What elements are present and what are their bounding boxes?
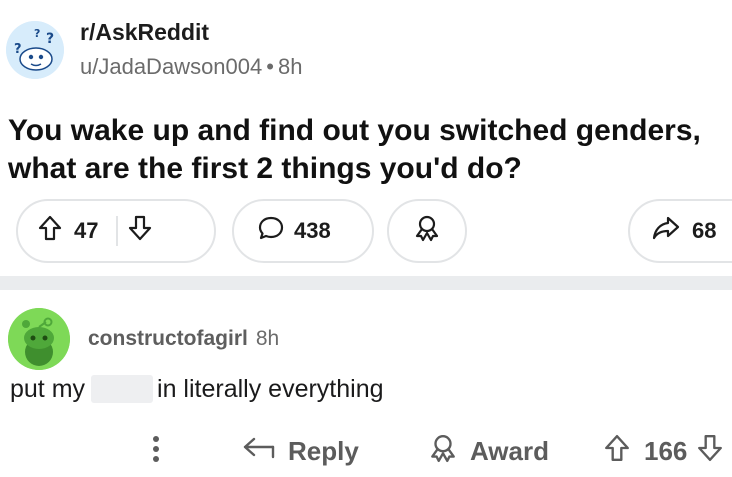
post-title-line-2: what are the first 2 things you'd do? [8, 152, 522, 185]
comment-text-start: put my [10, 375, 86, 403]
award-icon [428, 433, 458, 470]
downvote-icon[interactable] [128, 215, 152, 247]
post-header: ? ? ? r/AskReddit u/JadaDawson004 • 8h [6, 18, 302, 82]
upvote-icon[interactable] [38, 215, 62, 247]
comment-header: constructofagirl 8h [8, 308, 279, 370]
comment-icon [258, 215, 284, 247]
post-share-count: 68 [692, 218, 717, 243]
comment-username[interactable]: constructofagirl [88, 327, 248, 351]
post-title-line-1: You wake up and find out you switched ge… [8, 114, 701, 147]
redacted-text [91, 375, 154, 403]
post-meta: u/JadaDawson004 • 8h [80, 52, 302, 82]
svg-text:?: ? [46, 31, 54, 47]
subreddit-avatar-icon[interactable]: ? ? ? [6, 21, 64, 79]
user-avatar-icon[interactable] [8, 308, 70, 370]
subreddit-name[interactable]: r/AskReddit [80, 18, 302, 46]
post-age: 8h [277, 54, 303, 79]
reply-icon [242, 435, 276, 468]
award-icon [413, 214, 441, 248]
reply-label: Reply [288, 435, 359, 466]
meta-separator: • [266, 54, 274, 79]
svg-text:?: ? [34, 27, 40, 40]
downvote-icon[interactable] [697, 434, 723, 469]
award-button[interactable] [387, 199, 467, 263]
comment-award-button[interactable]: Award [428, 428, 549, 474]
comment-actions: Reply Award 166 [0, 428, 732, 474]
share-icon [652, 215, 680, 247]
comments-button[interactable]: 438 [232, 199, 374, 263]
award-label: Award [470, 435, 549, 466]
comment-score: 166 [644, 435, 688, 466]
vote-separator [116, 216, 119, 246]
post-comment-count: 438 [294, 218, 331, 243]
share-button[interactable]: 68 [628, 199, 732, 263]
comment-age: 8h [255, 327, 280, 350]
upvote-icon[interactable] [604, 434, 630, 469]
section-divider [0, 276, 732, 290]
reply-button[interactable]: Reply [242, 428, 359, 474]
comment-text-end: in literally everything [157, 375, 384, 403]
more-options-icon[interactable] [150, 434, 162, 468]
post-upvote-count: 47 [74, 218, 99, 243]
post-author[interactable]: u/JadaDawson004 [80, 54, 262, 79]
post-title[interactable]: You wake up and find out you switched ge… [8, 112, 732, 188]
post-vote-bar: 47 [16, 199, 216, 263]
comment-body: put my in literally everything [10, 372, 384, 406]
comment-vote-bar: 166 [604, 428, 723, 474]
svg-text:?: ? [14, 42, 22, 57]
